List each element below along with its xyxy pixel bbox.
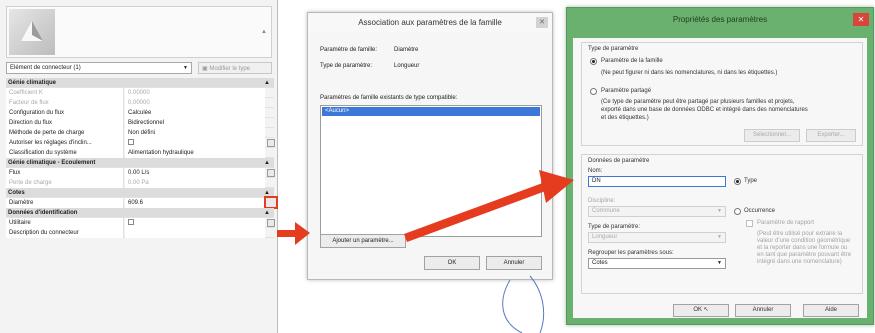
annotation-arrows [277,170,574,245]
arrow-to-parameter-dialog [404,170,574,242]
arrow-to-association-dialog [277,222,310,245]
